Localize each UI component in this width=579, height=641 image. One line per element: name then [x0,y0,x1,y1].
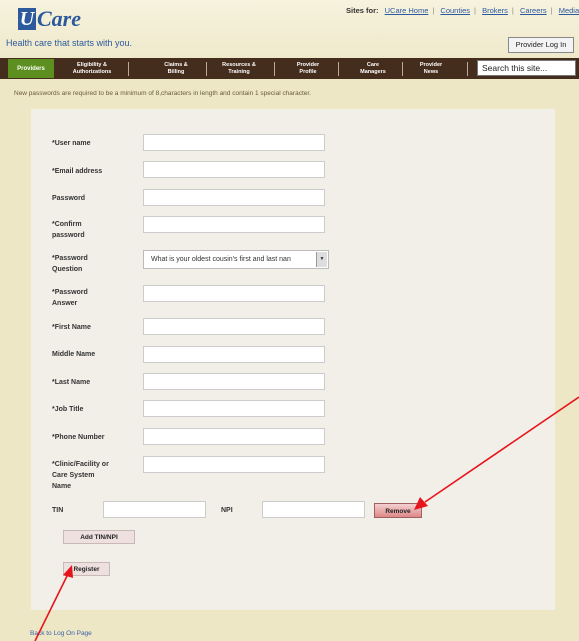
arrow-to-remove-line [424,396,579,503]
arrow-to-remove-head [414,497,428,510]
annotation-arrows [34,396,579,641]
arrow-to-register-line [34,573,69,641]
arrow-to-register-head [63,565,73,578]
